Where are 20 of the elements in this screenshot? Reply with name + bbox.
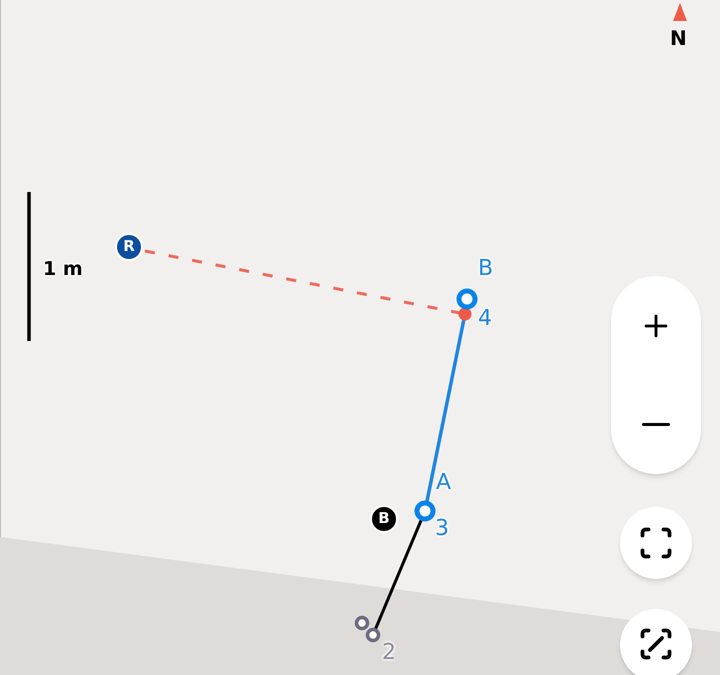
point-marker[interactable]: [414, 500, 436, 522]
north-arrow-icon: [673, 3, 687, 21]
point-marker[interactable]: [456, 288, 478, 310]
marker-circle[interactable]: [115, 233, 143, 261]
point-number: 2: [382, 642, 396, 664]
frame-icon: [638, 525, 674, 561]
point-number: 4: [478, 308, 492, 330]
compass-label: N: [670, 28, 687, 48]
marker-letter: B: [377, 511, 391, 526]
scale-label: 1 m: [43, 260, 83, 279]
marker-circle[interactable]: [370, 505, 398, 533]
point-name: A: [436, 472, 452, 494]
point-marker[interactable]: [354, 616, 380, 642]
marker-letter: R: [122, 239, 136, 254]
fit-line-button[interactable]: [620, 609, 692, 675]
point-number: 3: [435, 518, 449, 540]
minus-icon: [642, 423, 670, 426]
frame-diagonal-icon: [638, 626, 674, 662]
point-dot: [458, 308, 472, 320]
point-name: B: [478, 258, 494, 280]
